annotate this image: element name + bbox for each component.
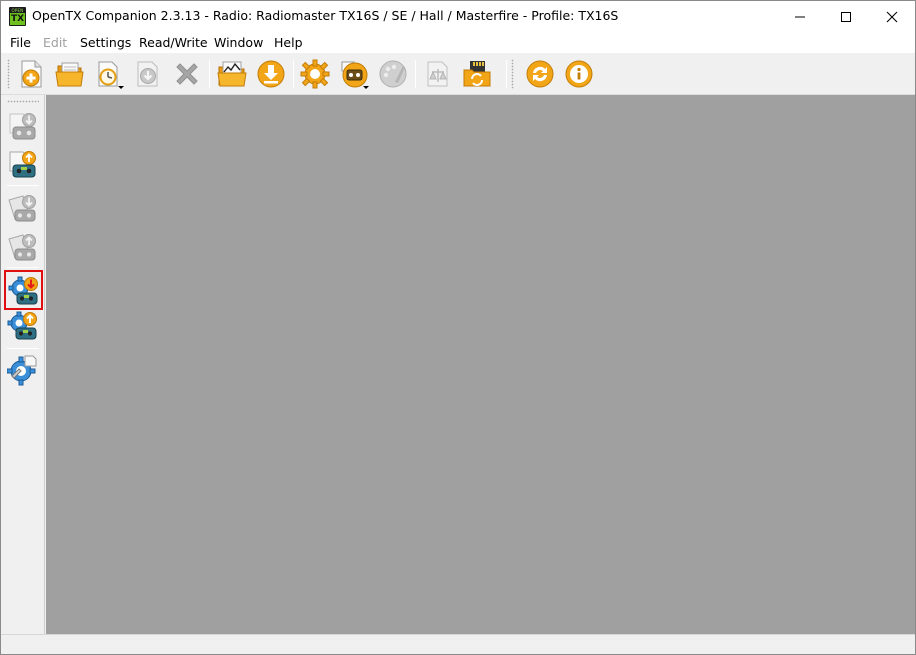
menu-help[interactable]: Help <box>274 35 303 50</box>
write-models-to-radio-button[interactable] <box>5 145 41 181</box>
sidebar-grip[interactable] <box>7 100 39 103</box>
about-button[interactable] <box>563 58 595 90</box>
main-window: OPEN TX OpenTX Companion 2.3.13 - Radio:… <box>0 0 916 655</box>
toolbar-separator <box>293 60 294 88</box>
status-bar <box>1 634 915 654</box>
menu-settings[interactable]: Settings <box>80 35 131 50</box>
new-button[interactable] <box>15 58 47 90</box>
sd-card-sync-icon <box>463 61 491 87</box>
minimize-button[interactable] <box>777 1 823 32</box>
write-firmware-button[interactable] <box>5 308 41 344</box>
recent-files-button[interactable] <box>93 58 125 90</box>
compare-icon <box>427 61 448 87</box>
toolbar-separator <box>506 60 507 88</box>
radio-profiles-button[interactable] <box>338 58 370 90</box>
menu-read-write[interactable]: Read/Write <box>139 35 208 50</box>
open-models-folder-icon <box>217 61 247 87</box>
check-updates-icon <box>526 60 554 88</box>
menu-bar: File Edit Settings Read/Write Window Hel… <box>1 32 915 53</box>
toolbar-grip[interactable] <box>511 59 514 89</box>
new-file-icon <box>21 60 42 88</box>
sidebar-separator <box>7 185 39 186</box>
read-backup-icon <box>8 195 36 222</box>
main-toolbar <box>1 53 915 95</box>
toolbar-grip[interactable] <box>7 59 10 89</box>
toolbar-separator <box>209 60 210 88</box>
customize-palette-icon <box>379 60 407 88</box>
radio-bootloader-icon <box>7 355 37 386</box>
open-folder-icon <box>55 62 84 87</box>
close-icon <box>886 11 898 22</box>
title-bar[interactable]: OPEN TX OpenTX Companion 2.3.13 - Radio:… <box>1 1 915 32</box>
close-icon <box>176 63 198 85</box>
window-title: OpenTX Companion 2.3.13 - Radio: Radioma… <box>32 8 619 23</box>
close-window-button[interactable] <box>869 1 915 32</box>
save-button[interactable] <box>132 58 164 90</box>
maximize-button[interactable] <box>823 1 869 32</box>
opentx-app-icon: OPEN TX <box>9 7 26 26</box>
read-firmware-button[interactable] <box>4 270 43 310</box>
app-icon-letters: TX <box>10 13 25 25</box>
read-models-button[interactable] <box>5 107 41 143</box>
sd-sync-button[interactable] <box>461 58 493 90</box>
check-updates-button[interactable] <box>524 58 556 90</box>
download-button[interactable] <box>255 58 287 90</box>
read-firmware-icon <box>8 276 38 305</box>
settings-button[interactable] <box>299 58 331 90</box>
read-models-icon <box>9 113 36 140</box>
sidebar-separator <box>7 348 39 349</box>
models-folder-button[interactable] <box>216 58 248 90</box>
write-models-to-radio-icon <box>9 151 36 178</box>
download-icon <box>257 60 285 88</box>
sidebar-separator <box>7 267 39 268</box>
menu-file[interactable]: File <box>10 35 31 50</box>
recent-files-icon <box>98 61 124 89</box>
write-firmware-icon <box>7 311 37 340</box>
customize-button[interactable] <box>377 58 409 90</box>
read-backup-button[interactable] <box>5 190 41 226</box>
write-backup-button[interactable] <box>5 229 41 265</box>
open-button[interactable] <box>54 58 86 90</box>
close-file-button[interactable] <box>171 58 203 90</box>
radio-bootloader-button[interactable] <box>5 352 41 388</box>
read-write-toolbar <box>1 95 45 634</box>
settings-gear-icon <box>300 59 330 89</box>
radio-profiles-icon <box>341 61 369 89</box>
menu-edit[interactable]: Edit <box>43 35 67 50</box>
toolbar-separator <box>415 60 416 88</box>
menu-window[interactable]: Window <box>214 35 263 50</box>
maximize-icon <box>841 11 851 22</box>
about-info-icon <box>565 60 593 88</box>
save-icon <box>137 61 158 87</box>
mdi-workspace[interactable] <box>46 95 915 634</box>
minimize-icon <box>795 16 805 17</box>
write-backup-icon <box>8 234 36 261</box>
compare-button[interactable] <box>422 58 454 90</box>
